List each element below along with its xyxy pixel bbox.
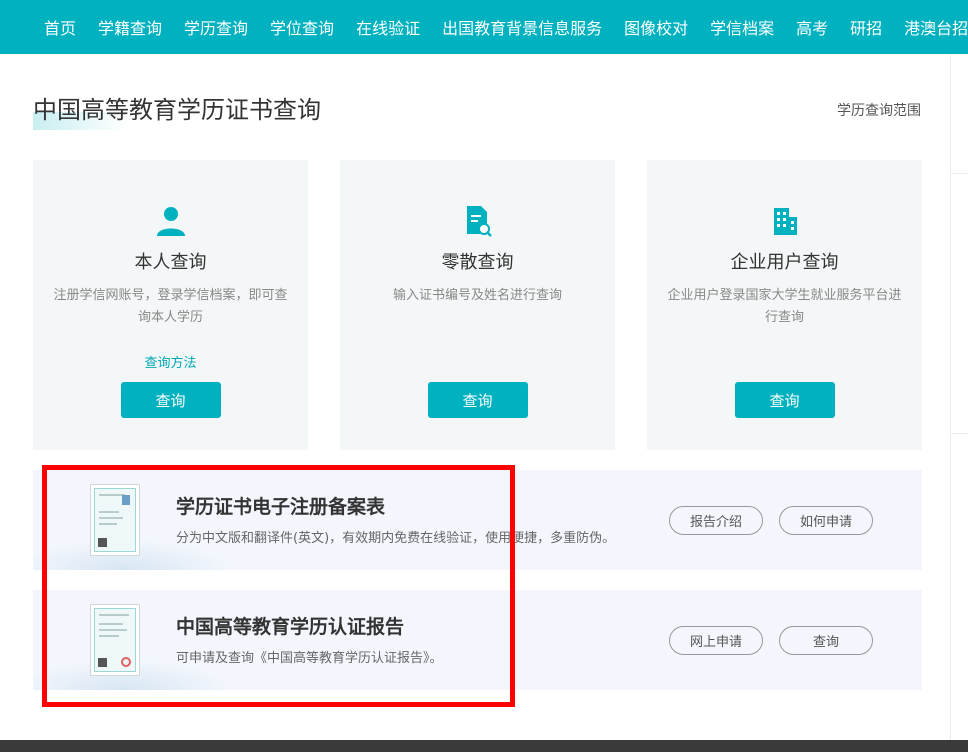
card-title: 零散查询 <box>441 252 514 273</box>
nav-degree-certificate-query[interactable]: 学历查询 <box>184 15 248 39</box>
building-icon <box>773 208 797 235</box>
card-description: 注册学信网账号，登录学信档案，即可查询本人学历 <box>53 288 288 325</box>
card-enterprise-query: 企业用户查询 企业用户登录国家大学生就业服务平台进行查询 查询 <box>647 160 922 450</box>
nav-hk-macao-taiwan[interactable]: 港澳台招 <box>904 15 968 39</box>
banner-description: 可申请及查询《中国高等教育学历认证报告》。 <box>176 651 443 666</box>
report-intro-button[interactable]: 报告介绍 <box>669 506 763 535</box>
banner-description: 分为中文版和翻译件(英文)，有效期内免费在线验证，使用便捷，多重防伪。 <box>176 531 616 546</box>
top-navigation: 首页 学籍查询 学历查询 学位查询 在线验证 出国教育背景信息服务 图像校对 学… <box>0 0 968 54</box>
card-title: 企业用户查询 <box>730 252 839 273</box>
person-icon <box>156 207 185 236</box>
nav-gaokao[interactable]: 高考 <box>796 15 828 39</box>
query-cards: 本人查询 注册学信网账号，登录学信档案，即可查询本人学历 查询方法 查询 零散查… <box>33 160 922 450</box>
card-individual-query: 零散查询 输入证书编号及姓名进行查询 查询 <box>340 160 615 450</box>
footer <box>0 740 968 752</box>
banner-title: 中国高等教育学历认证报告 <box>176 616 405 638</box>
page-title: 中国高等教育学历证书查询 <box>33 96 321 124</box>
right-divider-tick <box>950 173 968 174</box>
query-scope-link[interactable]: 学历查询范围 <box>837 100 921 120</box>
query-method-link[interactable]: 查询方法 <box>33 352 308 371</box>
nav-academic-degree-query[interactable]: 学位查询 <box>270 15 334 39</box>
nav-enrollment-query[interactable]: 学籍查询 <box>98 15 162 39</box>
nav-online-verification[interactable]: 在线验证 <box>356 15 420 39</box>
card-title: 本人查询 <box>134 252 207 273</box>
online-apply-button[interactable]: 网上申请 <box>669 626 763 655</box>
card-personal-query: 本人查询 注册学信网账号，登录学信档案，即可查询本人学历 查询方法 查询 <box>33 160 308 450</box>
card-description: 企业用户登录国家大学生就业服务平台进行查询 <box>667 288 902 325</box>
report-query-button[interactable]: 查询 <box>779 626 873 655</box>
enterprise-query-button[interactable]: 查询 <box>734 382 835 418</box>
personal-query-button[interactable]: 查询 <box>120 382 221 418</box>
individual-query-button[interactable]: 查询 <box>427 382 528 418</box>
banner-certification-report: 中国高等教育学历认证报告 可申请及查询《中国高等教育学历认证报告》。 网上申请 … <box>33 590 922 690</box>
how-to-apply-button[interactable]: 如何申请 <box>779 506 873 535</box>
nav-image-proofreading[interactable]: 图像校对 <box>624 15 688 39</box>
right-divider <box>950 54 951 744</box>
nav-overseas-education-service[interactable]: 出国教育背景信息服务 <box>442 15 602 39</box>
nav-home[interactable]: 首页 <box>44 15 76 39</box>
banner-title: 学历证书电子注册备案表 <box>176 496 386 518</box>
document-search-icon <box>466 206 492 237</box>
nav-graduate-admission[interactable]: 研招 <box>850 15 882 39</box>
nav-xuexin-archive[interactable]: 学信档案 <box>710 15 774 39</box>
registration-form-thumbnail <box>90 484 140 556</box>
right-divider-tick <box>950 433 968 434</box>
card-description: 输入证书编号及姓名进行查询 <box>392 288 562 303</box>
certification-report-thumbnail <box>90 604 140 676</box>
banner-registration-form: 学历证书电子注册备案表 分为中文版和翻译件(英文)，有效期内免费在线验证，使用便… <box>33 470 922 570</box>
